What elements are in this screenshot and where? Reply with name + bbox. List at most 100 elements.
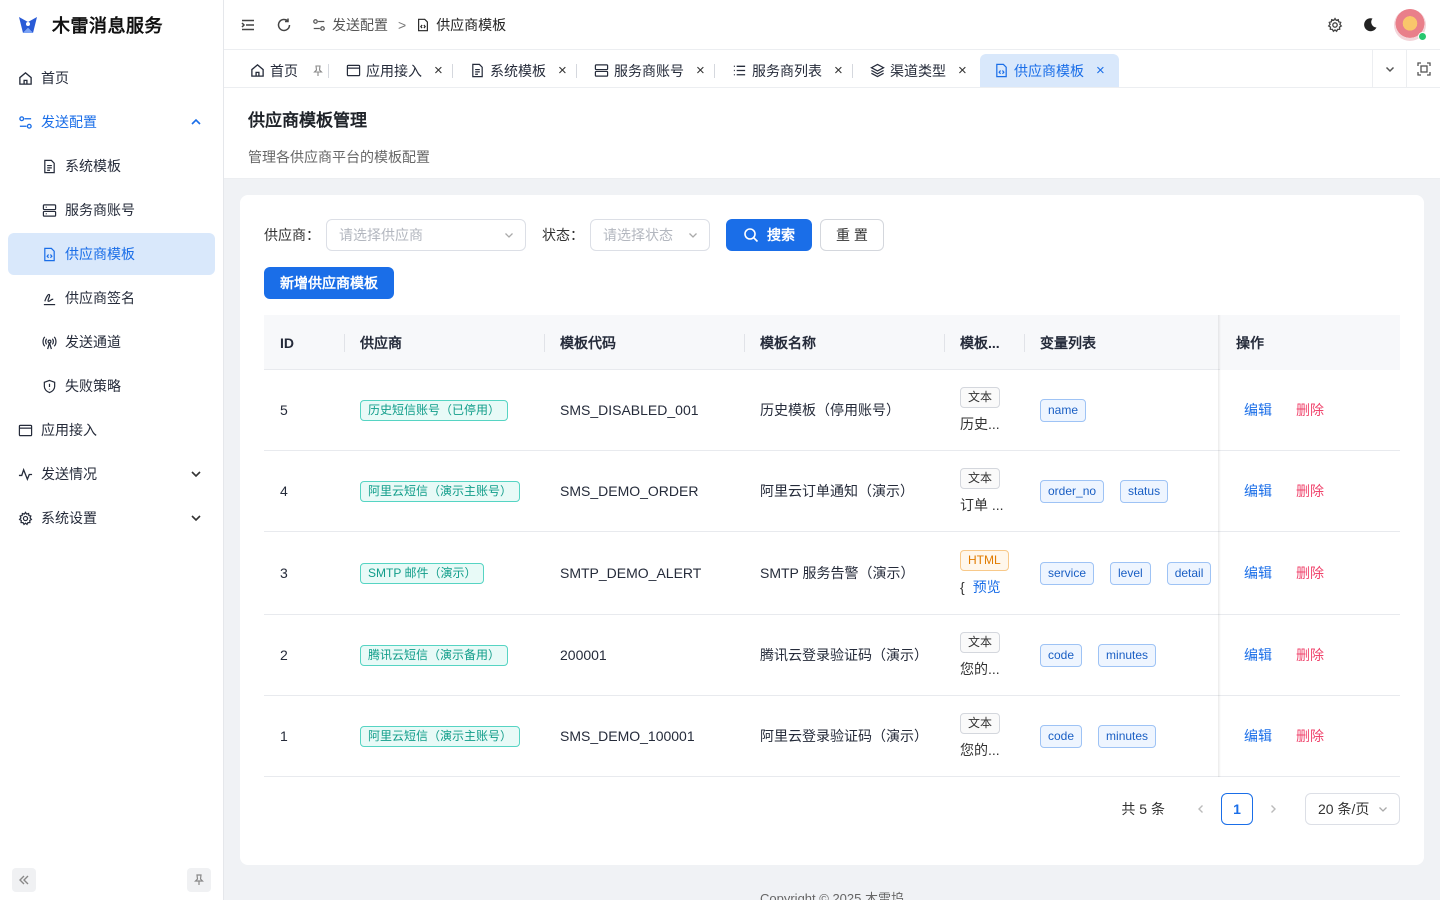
app-logo[interactable]: 木雷消息服务 <box>0 0 223 49</box>
sidebar-item-label: 系统设置 <box>41 510 97 526</box>
collapse-sidebar-button[interactable] <box>12 868 36 892</box>
window-icon <box>346 64 361 77</box>
broadcast-icon <box>41 334 57 350</box>
breadcrumb-parent[interactable]: 发送配置 <box>312 15 388 35</box>
prev-page-button[interactable] <box>1185 793 1217 825</box>
user-avatar[interactable] <box>1394 9 1427 41</box>
col-header-id[interactable]: ID <box>264 315 294 370</box>
refresh-icon[interactable] <box>276 17 292 33</box>
chevron-down-icon <box>191 471 201 478</box>
cell-ops: 编辑 删除 <box>1220 615 1400 695</box>
tab-divider <box>452 64 453 78</box>
tab-label: 服务商列表 <box>752 62 822 79</box>
app-logo-icon <box>19 16 37 33</box>
delete-button[interactable]: 删除 <box>1296 726 1324 746</box>
cell-ops: 编辑 删除 <box>1220 370 1400 450</box>
sidebar-item-fail-strategy[interactable]: 失败策略 <box>0 364 223 408</box>
settings-gear-icon[interactable] <box>1327 17 1343 33</box>
cell-ops: 编辑 删除 <box>1220 696 1400 776</box>
cell-ops: 编辑 删除 <box>1220 451 1400 531</box>
sidebar-item-send-channel[interactable]: 发送通道 <box>0 320 223 364</box>
content-preview: 订单 ... <box>960 496 1004 513</box>
type-tag: 文本 <box>960 467 1001 489</box>
cell-provider: 阿里云短信（演示主账号） <box>344 696 521 776</box>
col-header-vars[interactable]: 变量列表 <box>1024 315 1096 370</box>
chevron-down-icon <box>1379 807 1387 812</box>
sidebar-item-provider-signature[interactable]: 供应商签名 <box>0 276 223 320</box>
close-icon[interactable]: × <box>558 62 567 79</box>
type-tag: HTML <box>960 549 1009 571</box>
edit-button[interactable]: 编辑 <box>1244 645 1272 665</box>
fullscreen-button[interactable] <box>1406 50 1440 88</box>
code-file-icon <box>418 18 429 31</box>
search-button[interactable]: 搜索 <box>726 219 812 251</box>
breadcrumb-current: 供应商模板 <box>416 15 506 35</box>
col-header-type[interactable]: 模板... <box>944 315 1000 370</box>
list-icon <box>733 65 746 76</box>
edit-button[interactable]: 编辑 <box>1244 400 1272 420</box>
variable-tag: detail <box>1166 561 1212 585</box>
content-card: 供应商： 请选择供应商 状态： 请选择状态 搜索 重 置 新增供应商模板 ID … <box>240 195 1424 865</box>
tab-provider-template[interactable]: 供应商模板 × <box>980 54 1119 87</box>
search-button-label: 搜索 <box>767 227 795 243</box>
variable-tag: level <box>1110 561 1151 585</box>
edit-button[interactable]: 编辑 <box>1244 563 1272 583</box>
sidebar-item-label: 应用接入 <box>41 422 97 438</box>
sidebar-item-send-status[interactable]: 发送情况 <box>0 452 223 496</box>
fixed-column-shadow <box>1218 315 1221 777</box>
moon-icon[interactable] <box>1362 17 1378 33</box>
sidebar-item-home[interactable]: 首页 <box>0 56 223 100</box>
tab-label: 系统模板 <box>490 62 546 79</box>
preview-link[interactable]: 预览 <box>973 579 1001 595</box>
tab-app-access[interactable]: 应用接入 × <box>332 54 457 87</box>
cell-id: 5 <box>280 402 288 418</box>
sidebar-item-app-access[interactable]: 应用接入 <box>0 408 223 452</box>
close-icon[interactable]: × <box>958 62 967 79</box>
close-icon[interactable]: × <box>1096 62 1105 79</box>
col-header-provider[interactable]: 供应商 <box>344 315 402 370</box>
sidebar-item-system-settings[interactable]: 系统设置 <box>0 496 223 540</box>
tabs-dropdown-button[interactable] <box>1372 50 1406 88</box>
col-header-code[interactable]: 模板代码 <box>544 315 616 370</box>
tab-provider-list[interactable]: 服务商列表 × <box>718 54 857 87</box>
pin-icon <box>194 874 204 885</box>
add-provider-template-button[interactable]: 新增供应商模板 <box>264 267 394 299</box>
close-icon[interactable]: × <box>434 62 443 79</box>
delete-button[interactable]: 删除 <box>1296 400 1324 420</box>
status-select-placeholder: 请选择状态 <box>603 227 673 243</box>
tab-system-template[interactable]: 系统模板 × <box>456 54 581 87</box>
edit-button[interactable]: 编辑 <box>1244 481 1272 501</box>
sidebar-item-provider-template[interactable]: 供应商模板 <box>8 233 215 275</box>
provider-select[interactable]: 请选择供应商 <box>326 219 526 251</box>
sidebar-item-provider-account[interactable]: 服务商账号 <box>0 188 223 232</box>
sidebar-item-label: 首页 <box>41 70 69 86</box>
delete-button[interactable]: 删除 <box>1296 645 1324 665</box>
delete-button[interactable]: 删除 <box>1296 481 1324 501</box>
content-preview: 历史... <box>960 415 1000 432</box>
status-select[interactable]: 请选择状态 <box>590 219 710 251</box>
menu-toggle-icon[interactable] <box>240 17 256 33</box>
edit-button[interactable]: 编辑 <box>1244 726 1272 746</box>
page-size-select[interactable]: 20 条/页 <box>1305 793 1400 825</box>
page-number-button[interactable]: 1 <box>1221 793 1253 825</box>
cell-type: 文本 历史... <box>944 370 1001 450</box>
delete-button[interactable]: 删除 <box>1296 563 1324 583</box>
variable-tag: order_no <box>1040 479 1105 503</box>
cell-id: 4 <box>280 483 288 499</box>
document-icon <box>472 63 483 78</box>
pin-icon[interactable] <box>312 64 324 77</box>
variable-tag: code <box>1040 643 1083 667</box>
cell-code: SMTP_DEMO_ALERT <box>560 565 702 581</box>
sidebar-item-send-config[interactable]: 发送配置 <box>0 100 223 144</box>
tab-channel-type[interactable]: 渠道类型 × <box>856 54 981 87</box>
tab-home[interactable]: 首页 <box>236 54 338 87</box>
close-icon[interactable]: × <box>834 62 843 79</box>
sidebar-item-system-template[interactable]: 系统模板 <box>0 144 223 188</box>
reset-button[interactable]: 重 置 <box>820 219 884 251</box>
col-header-name[interactable]: 模板名称 <box>744 315 816 370</box>
pin-sidebar-button[interactable] <box>187 868 211 892</box>
next-page-button[interactable] <box>1257 793 1289 825</box>
cell-vars: code minutes <box>1024 696 1172 776</box>
tab-provider-account[interactable]: 服务商账号 × <box>580 54 719 87</box>
close-icon[interactable]: × <box>696 62 705 79</box>
